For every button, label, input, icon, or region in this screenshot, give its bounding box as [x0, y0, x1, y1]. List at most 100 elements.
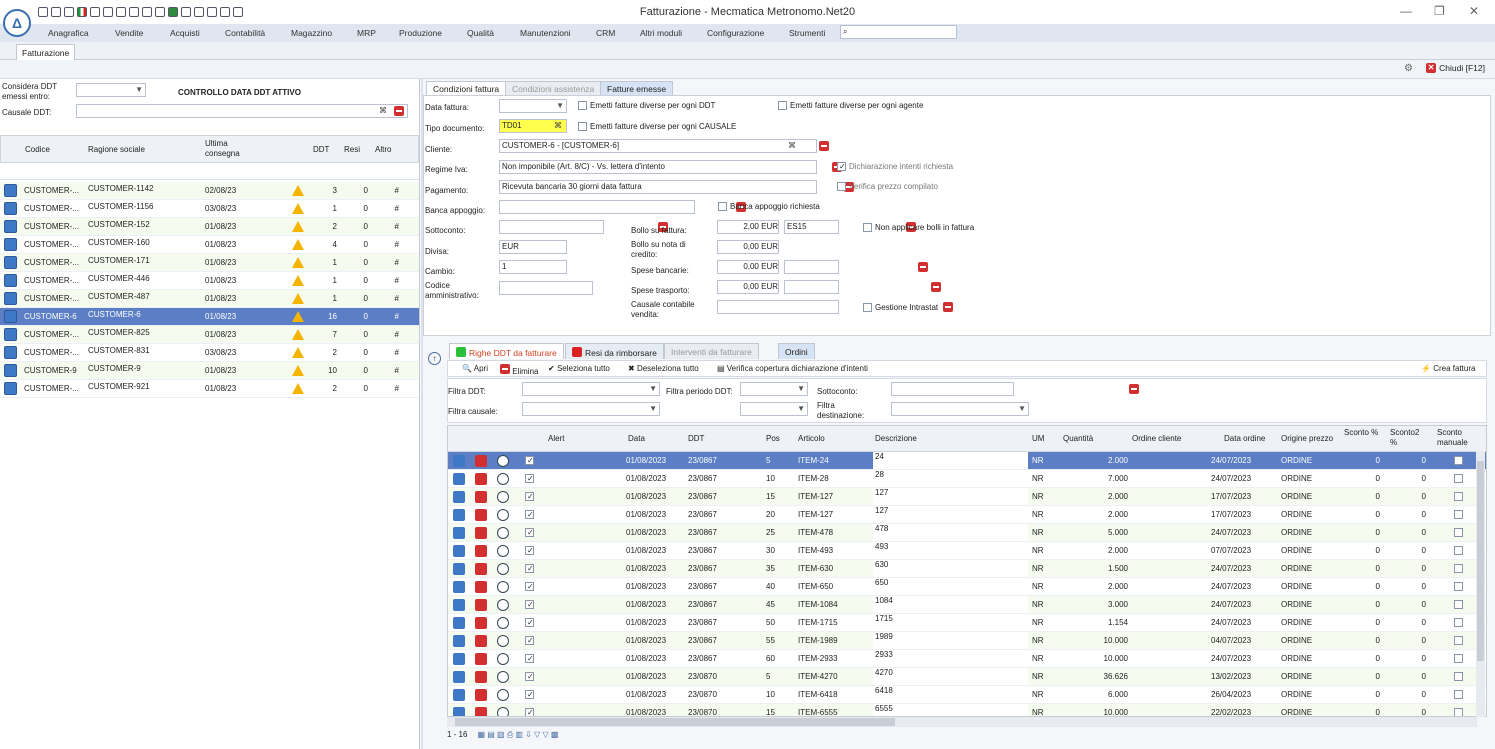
settings-gear-icon[interactable]: ⚙: [1404, 63, 1413, 74]
tab-condizioni-assistenza[interactable]: Condizioni assistenza: [505, 81, 602, 95]
col-origine-prezzo[interactable]: Origine prezzo: [1281, 434, 1333, 443]
menu-qualita[interactable]: Qualità: [467, 28, 494, 38]
line-descrizione[interactable]: 4270: [873, 668, 1028, 685]
col-ordine-cliente[interactable]: Ordine cliente: [1132, 434, 1181, 443]
goto-line-icon[interactable]: [497, 653, 509, 665]
line-descrizione[interactable]: 1084: [873, 596, 1028, 613]
goto-line-icon[interactable]: [497, 581, 509, 593]
goto-line-icon[interactable]: [497, 545, 509, 557]
col-sconto-manuale[interactable]: Sconto manuale: [1437, 428, 1473, 448]
menu-magazzino[interactable]: Magazzino: [291, 28, 332, 38]
delete-line-icon[interactable]: [475, 545, 487, 557]
data-fattura-input[interactable]: ▼: [499, 99, 567, 113]
filtra-causale-select[interactable]: ▼: [522, 402, 660, 416]
bollo-nota-input[interactable]: 0,00 EUR: [717, 240, 779, 254]
line-descrizione[interactable]: 2933: [873, 650, 1028, 667]
codice-amm-input[interactable]: [499, 281, 593, 295]
col-descrizione[interactable]: Descrizione: [875, 434, 917, 443]
line-row[interactable]: 01/08/2023 23/0867 45 ITEM-1084 1084 NR …: [448, 596, 1486, 614]
line-row[interactable]: 01/08/2023 23/0870 5 ITEM-4270 4270 NR 3…: [448, 668, 1486, 686]
chk-causale[interactable]: [578, 122, 587, 131]
filtra-destinazione-select[interactable]: ▼: [891, 402, 1029, 416]
goto-line-icon[interactable]: [497, 671, 509, 683]
considera-date-select[interactable]: ▼: [76, 83, 146, 97]
customer-row[interactable]: CUSTOMER-... CUSTOMER-160 01/08/23 4 0 #: [0, 236, 419, 254]
line-select-checkbox[interactable]: [525, 474, 534, 483]
open-line-icon[interactable]: [453, 563, 465, 575]
cambio-input[interactable]: 1: [499, 260, 567, 274]
grid-tools-icons[interactable]: ▦ ▤ ▧ ⎙ ▥ ⇩ ▽ ▽ ▩: [477, 730, 558, 739]
clear-cliente-icon[interactable]: [819, 141, 829, 151]
line-row[interactable]: 01/08/2023 23/0867 40 ITEM-650 650 NR 2.…: [448, 578, 1486, 596]
line-select-checkbox[interactable]: [525, 528, 534, 537]
col-sconto[interactable]: Sconto %: [1344, 428, 1380, 438]
open-line-icon[interactable]: [453, 617, 465, 629]
customer-row[interactable]: CUSTOMER-... CUSTOMER-831 03/08/23 2 0 #: [0, 344, 419, 362]
horizontal-scrollbar[interactable]: [447, 717, 1477, 727]
line-sconto-manuale-checkbox[interactable]: [1454, 636, 1463, 645]
delete-line-icon[interactable]: [475, 527, 487, 539]
line-sconto-manuale-checkbox[interactable]: [1454, 618, 1463, 627]
col-alert[interactable]: Alert: [548, 434, 564, 443]
close-button[interactable]: ✕ Chiudi [F12]: [1426, 63, 1485, 73]
line-select-checkbox[interactable]: [525, 690, 534, 699]
bollo-fattura-input[interactable]: 2,00 EUR: [717, 220, 779, 234]
maximize-icon[interactable]: ❐: [1434, 4, 1445, 18]
tab-fatture-emesse[interactable]: Fatture emesse: [600, 81, 674, 95]
delete-line-icon[interactable]: [475, 581, 487, 593]
cliente-input[interactable]: CUSTOMER-6 - [CUSTOMER-6] ⌘: [499, 139, 817, 153]
tab-condizioni-fattura[interactable]: Condizioni fattura: [426, 81, 507, 95]
customer-row[interactable]: CUSTOMER-... CUSTOMER-152 01/08/23 2 0 #: [0, 218, 419, 236]
menu-search-input[interactable]: ⌕: [840, 25, 957, 39]
line-row[interactable]: 01/08/2023 23/0867 50 ITEM-1715 1715 NR …: [448, 614, 1486, 632]
chk-prezzo[interactable]: [837, 182, 846, 191]
line-sconto-manuale-checkbox[interactable]: [1454, 456, 1463, 465]
line-sconto-manuale-checkbox[interactable]: [1454, 528, 1463, 537]
goto-line-icon[interactable]: [497, 689, 509, 701]
binoculars-icon[interactable]: ⌘: [552, 120, 562, 132]
goto-line-icon[interactable]: [497, 455, 509, 467]
line-select-checkbox[interactable]: [525, 654, 534, 663]
line-descrizione[interactable]: 630: [873, 560, 1028, 577]
open-customer-icon[interactable]: [4, 274, 17, 287]
open-line-icon[interactable]: [453, 689, 465, 701]
open-customer-icon[interactable]: [4, 238, 17, 251]
clear-icon[interactable]: [394, 106, 404, 116]
col-articolo[interactable]: Articolo: [798, 434, 825, 443]
open-customer-icon[interactable]: [4, 382, 17, 395]
search-user-icon[interactable]: ⌘: [786, 140, 796, 152]
col-um[interactable]: UM: [1032, 434, 1044, 443]
menu-acquisti[interactable]: Acquisti: [170, 28, 200, 38]
chk-intenti[interactable]: [837, 162, 846, 171]
tab-resi[interactable]: Resi da rimborsare: [565, 343, 664, 359]
line-row[interactable]: 01/08/2023 23/0867 5 ITEM-24 24 NR 2.000…: [448, 452, 1486, 470]
line-row[interactable]: 01/08/2023 23/0867 20 ITEM-127 127 NR 2.…: [448, 506, 1486, 524]
open-customer-icon[interactable]: [4, 220, 17, 233]
line-descrizione[interactable]: 24: [873, 452, 1028, 469]
menu-strumenti[interactable]: Strumenti: [789, 28, 825, 38]
tab-fatturazione[interactable]: Fatturazione: [16, 44, 75, 60]
clear-causale-icon[interactable]: [943, 302, 954, 312]
sottoconto-input[interactable]: [499, 220, 604, 234]
chk-bolli[interactable]: [863, 223, 872, 232]
customer-row[interactable]: CUSTOMER-... CUSTOMER-825 01/08/23 7 0 #: [0, 326, 419, 344]
open-line-icon[interactable]: [453, 653, 465, 665]
line-descrizione[interactable]: 1989: [873, 632, 1028, 649]
line-sconto-manuale-checkbox[interactable]: [1454, 672, 1463, 681]
tab-ordini[interactable]: Ordini: [778, 343, 815, 359]
customer-row[interactable]: CUSTOMER-... CUSTOMER-1156 03/08/23 1 0 …: [0, 200, 419, 218]
line-sconto-manuale-checkbox[interactable]: [1454, 492, 1463, 501]
crea-fattura-button[interactable]: ⚡ Crea fattura: [1421, 364, 1475, 373]
deseleziona-tutto-button[interactable]: ✖ Deseleziona tutto: [628, 364, 699, 373]
open-line-icon[interactable]: [453, 509, 465, 521]
line-sconto-manuale-checkbox[interactable]: [1454, 708, 1463, 716]
open-customer-icon[interactable]: [4, 364, 17, 377]
line-sconto-manuale-checkbox[interactable]: [1454, 690, 1463, 699]
col-ddt[interactable]: DDT: [313, 145, 329, 154]
delete-line-icon[interactable]: [475, 707, 487, 716]
tipo-doc-input[interactable]: TD01 ⌘: [499, 119, 567, 133]
delete-line-icon[interactable]: [475, 473, 487, 485]
causale-ddt-input[interactable]: ⌘: [76, 104, 408, 118]
line-sconto-manuale-checkbox[interactable]: [1454, 600, 1463, 609]
line-sconto-manuale-checkbox[interactable]: [1454, 564, 1463, 573]
